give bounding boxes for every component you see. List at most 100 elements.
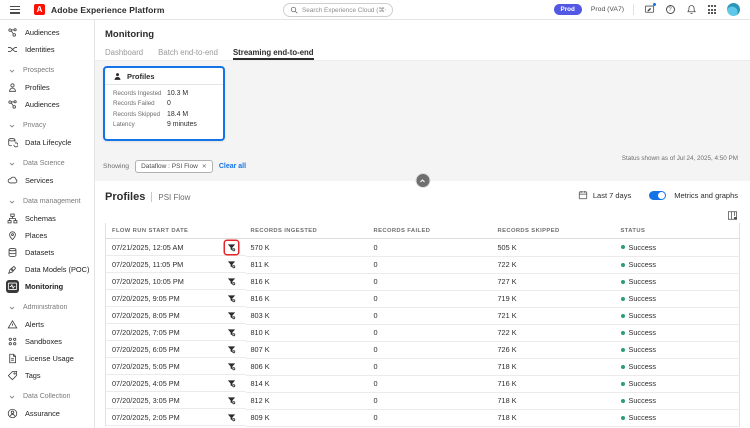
- records-skipped-cell: 727 K: [493, 273, 616, 290]
- status-dot: [621, 382, 625, 386]
- sidebar-item-identities[interactable]: Identities: [0, 41, 94, 58]
- assurance-icon: [6, 407, 19, 420]
- hamburger-menu-icon[interactable]: [10, 6, 20, 14]
- sidebar-item-audiences[interactable]: Audiences: [0, 96, 94, 113]
- global-search[interactable]: [283, 3, 393, 17]
- sidebar-item-label: Audiences: [25, 100, 60, 109]
- sidebar-item-alerts[interactable]: Alerts: [0, 316, 94, 333]
- table-row-07-20-2025-2-05-pm[interactable]: 07/20/2025, 2:05 PM 809 K 0 718 K Succes…: [106, 409, 740, 426]
- table-row-07-20-2025-3-05-pm[interactable]: 07/20/2025, 3:05 PM 812 K 0 718 K Succes…: [106, 392, 740, 409]
- calendar-icon: [578, 190, 588, 200]
- filter-row: Showing Dataflow : PSI Flow ✕ Clear all: [103, 160, 246, 173]
- sidebar-item-profiles[interactable]: Profiles: [0, 79, 94, 96]
- filter-funnel-button[interactable]: [225, 326, 238, 339]
- metric-value: 10.3 M: [167, 90, 188, 97]
- avatar[interactable]: [727, 3, 740, 16]
- license-usage-icon: [6, 352, 19, 365]
- flow-run-date: 07/20/2025, 6:05 PM: [112, 345, 180, 354]
- sidebar-section-data-science[interactable]: Data Science: [0, 155, 94, 172]
- flow-run-date: 07/20/2025, 10:05 PM: [112, 277, 184, 286]
- tab-streaming-end-to-end[interactable]: Streaming end-to-end: [233, 48, 314, 60]
- sidebar-item-monitoring[interactable]: Monitoring: [0, 278, 94, 295]
- summary-band: Profiles Records Ingested 10.3 M Records…: [95, 60, 750, 181]
- sidebar-item-data-lifecycle[interactable]: Data Lifecycle: [0, 134, 94, 151]
- metric-label: Records Skipped: [113, 111, 167, 118]
- sidebar-section-data-collection[interactable]: Data Collection: [0, 388, 94, 405]
- filter-funnel-button[interactable]: [225, 241, 238, 254]
- col-records-ingested[interactable]: RECORDS INGESTED: [246, 223, 369, 239]
- app-switcher-icon[interactable]: [706, 4, 718, 16]
- table-row-07-21-2025-12-05-am[interactable]: 07/21/2025, 12:05 AM 570 K 0 505 K Succe…: [106, 239, 740, 257]
- chevron-up-icon: [419, 177, 427, 185]
- tab-dashboard[interactable]: Dashboard: [105, 48, 143, 60]
- flow-runs-table: FLOW RUN START DATE RECORDS INGESTED REC…: [105, 223, 740, 427]
- records-failed-cell: 0: [369, 256, 493, 273]
- flow-run-date: 07/20/2025, 3:05 PM: [112, 396, 180, 405]
- sidebar-section-data-management[interactable]: Data management: [0, 193, 94, 210]
- clear-all-link[interactable]: Clear all: [219, 163, 246, 170]
- date-range-picker[interactable]: Last 7 days: [578, 190, 631, 200]
- status-label: Success: [629, 260, 657, 269]
- filter-funnel-button[interactable]: [225, 360, 238, 373]
- sidebar-item-schemas[interactable]: Schemas: [0, 210, 94, 227]
- close-icon[interactable]: ✕: [202, 163, 207, 170]
- table-row-07-20-2025-7-05-pm[interactable]: 07/20/2025, 7:05 PM 810 K 0 722 K Succes…: [106, 324, 740, 341]
- profiles-summary-card[interactable]: Profiles Records Ingested 10.3 M Records…: [103, 66, 225, 141]
- chevron-down-icon: [7, 393, 17, 401]
- services-icon: [6, 174, 19, 187]
- feedback-icon[interactable]: [643, 4, 655, 16]
- filter-funnel-button[interactable]: [225, 309, 238, 322]
- chip-label: Dataflow : PSI Flow: [141, 163, 198, 170]
- metrics-graphs-toggle[interactable]: [649, 191, 666, 200]
- sidebar-item-tags[interactable]: Tags: [0, 367, 94, 384]
- filter-funnel-button[interactable]: [225, 343, 238, 356]
- metric-latency: Latency 9 minutes: [113, 120, 215, 131]
- table-row-07-20-2025-11-05-pm[interactable]: 07/20/2025, 11:05 PM 811 K 0 722 K Succe…: [106, 256, 740, 273]
- sidebar-section-privacy[interactable]: Privacy: [0, 117, 94, 134]
- filter-funnel-button[interactable]: [225, 292, 238, 305]
- records-failed-cell: 0: [369, 324, 493, 341]
- bell-icon[interactable]: [685, 4, 697, 16]
- status-label: Success: [629, 396, 657, 405]
- filter-funnel-button[interactable]: [225, 275, 238, 288]
- table-row-07-20-2025-4-05-pm[interactable]: 07/20/2025, 4:05 PM 814 K 0 716 K Succes…: [106, 375, 740, 392]
- sidebar-item-sandboxes[interactable]: Sandboxes: [0, 333, 94, 350]
- table-row-07-20-2025-6-05-pm[interactable]: 07/20/2025, 6:05 PM 807 K 0 726 K Succes…: [106, 341, 740, 358]
- sidebar-item-datasets[interactable]: Datasets: [0, 244, 94, 261]
- table-row-07-20-2025-9-05-pm[interactable]: 07/20/2025, 9:05 PM 816 K 0 719 K Succes…: [106, 290, 740, 307]
- filter-funnel-button[interactable]: [225, 411, 238, 424]
- column-settings-icon[interactable]: [727, 208, 738, 226]
- status-label: Success: [629, 379, 657, 388]
- table-row-07-20-2025-5-05-pm[interactable]: 07/20/2025, 5:05 PM 806 K 0 718 K Succes…: [106, 358, 740, 375]
- sidebar-item-data-models-poc[interactable]: Data Models (POC): [0, 261, 94, 278]
- sidebar-item-audiences[interactable]: Audiences: [0, 24, 94, 41]
- filter-funnel-button[interactable]: [225, 394, 238, 407]
- sidebar-item-services[interactable]: Services: [0, 172, 94, 189]
- filter-funnel-button[interactable]: [225, 377, 238, 390]
- sidebar-item-license-usage[interactable]: License Usage: [0, 350, 94, 367]
- sidebar-section-administration[interactable]: Administration: [0, 299, 94, 316]
- sidebar-item-label: Data Models (POC): [25, 265, 89, 274]
- status-cell: Success: [616, 375, 740, 392]
- col-flow-run-start-date[interactable]: FLOW RUN START DATE: [106, 223, 246, 239]
- data-models-icon: [6, 263, 19, 276]
- col-records-failed[interactable]: RECORDS FAILED: [369, 223, 493, 239]
- collapse-panel-button[interactable]: [416, 174, 429, 187]
- sidebar-item-assurance[interactable]: Assurance: [0, 405, 94, 422]
- dataflow-filter-chip[interactable]: Dataflow : PSI Flow ✕: [135, 160, 213, 173]
- tab-batch-end-to-end[interactable]: Batch end-to-end: [158, 48, 218, 60]
- table-row-07-20-2025-10-05-pm[interactable]: 07/20/2025, 10:05 PM 816 K 0 727 K Succe…: [106, 273, 740, 290]
- col-records-skipped[interactable]: RECORDS SKIPPED: [493, 223, 616, 239]
- topbar-divider: [633, 4, 634, 15]
- sidebar-item-label: Prospects: [23, 67, 54, 74]
- help-icon[interactable]: ?: [664, 4, 676, 16]
- search-input[interactable]: [302, 7, 386, 14]
- sidebar-section-prospects[interactable]: Prospects: [0, 62, 94, 79]
- flow-run-date: 07/20/2025, 4:05 PM: [112, 379, 180, 388]
- card-title: Profiles: [127, 72, 155, 81]
- table-row-07-20-2025-8-05-pm[interactable]: 07/20/2025, 8:05 PM 803 K 0 721 K Succes…: [106, 307, 740, 324]
- environment-badge[interactable]: Prod: [554, 4, 582, 15]
- sidebar-item-places[interactable]: Places: [0, 227, 94, 244]
- filter-funnel-button[interactable]: [225, 258, 238, 271]
- col-status[interactable]: STATUS: [616, 223, 740, 239]
